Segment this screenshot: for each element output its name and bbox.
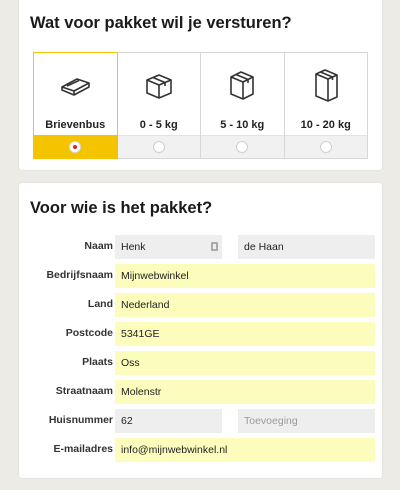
- postcode-input[interactable]: [115, 322, 375, 346]
- package-option-label: Brievenbus: [45, 119, 106, 131]
- radio-button[interactable]: [152, 141, 165, 153]
- land-label: Land: [87, 298, 113, 310]
- house-number-input[interactable]: [115, 409, 222, 433]
- form-row-email: E-mailadres: [19, 438, 382, 462]
- form-row-bedrijfsnaam: Bedrijfsnaam: [19, 264, 382, 288]
- addition-input[interactable]: [238, 409, 375, 433]
- package-card: Wat voor pakket wil je versturen? Brieve…: [19, 0, 382, 170]
- package-options: Brievenbus 0 - 5 kg 5 - 10 kg 10 - 20 kg: [33, 52, 368, 159]
- form-row-naam: Naam: [19, 235, 382, 259]
- form-row-postcode: Postcode: [19, 322, 382, 346]
- mailbox-package-icon: [61, 78, 91, 96]
- company-input[interactable]: [115, 264, 375, 288]
- first-name-input[interactable]: [115, 235, 222, 259]
- plaats-label: Plaats: [82, 356, 113, 368]
- radio-button[interactable]: [319, 141, 332, 153]
- street-input[interactable]: [115, 380, 375, 404]
- package-option-10-20kg[interactable]: 10 - 20 kg: [283, 52, 368, 159]
- last-name-input[interactable]: [238, 235, 375, 259]
- straatnaam-label: Straatnaam: [55, 385, 113, 397]
- package-option-label: 5 - 10 kg: [220, 119, 265, 131]
- form-row-land: Land: [19, 293, 382, 317]
- email-input[interactable]: [115, 438, 375, 462]
- radio-bar: [201, 135, 284, 158]
- recipient-section-title: Voor wie is het pakket?: [30, 199, 213, 217]
- small-box-icon: [145, 74, 172, 99]
- radio-bar: [34, 135, 117, 158]
- package-option-brievenbus[interactable]: Brievenbus: [33, 52, 118, 159]
- contact-card-icon[interactable]: [211, 242, 218, 251]
- email-label: E-mailadres: [53, 443, 113, 455]
- package-option-5-10kg[interactable]: 5 - 10 kg: [200, 52, 285, 159]
- package-option-label: 10 - 20 kg: [300, 119, 351, 131]
- form-row-plaats: Plaats: [19, 351, 382, 375]
- medium-box-icon: [230, 71, 255, 100]
- recipient-card: Voor wie is het pakket? Naam Bedrijfsnaa…: [19, 183, 382, 478]
- country-input[interactable]: [115, 293, 375, 317]
- radio-button-selected[interactable]: [69, 141, 82, 153]
- package-section-title: Wat voor pakket wil je versturen?: [30, 14, 292, 32]
- postcode-label: Postcode: [65, 327, 113, 339]
- package-option-label: 0 - 5 kg: [139, 119, 178, 131]
- package-option-0-5kg[interactable]: 0 - 5 kg: [116, 52, 201, 159]
- radio-bar: [117, 135, 200, 158]
- city-input[interactable]: [115, 351, 375, 375]
- radio-bar: [284, 135, 367, 158]
- bedrijfsnaam-label: Bedrijfsnaam: [46, 269, 113, 281]
- naam-label: Naam: [84, 240, 113, 252]
- form-row-huisnummer: Huisnummer: [19, 409, 382, 433]
- huisnummer-label: Huisnummer: [48, 414, 113, 426]
- form-row-straatnaam: Straatnaam: [19, 380, 382, 404]
- radio-button[interactable]: [236, 141, 249, 153]
- large-box-icon: [314, 69, 338, 102]
